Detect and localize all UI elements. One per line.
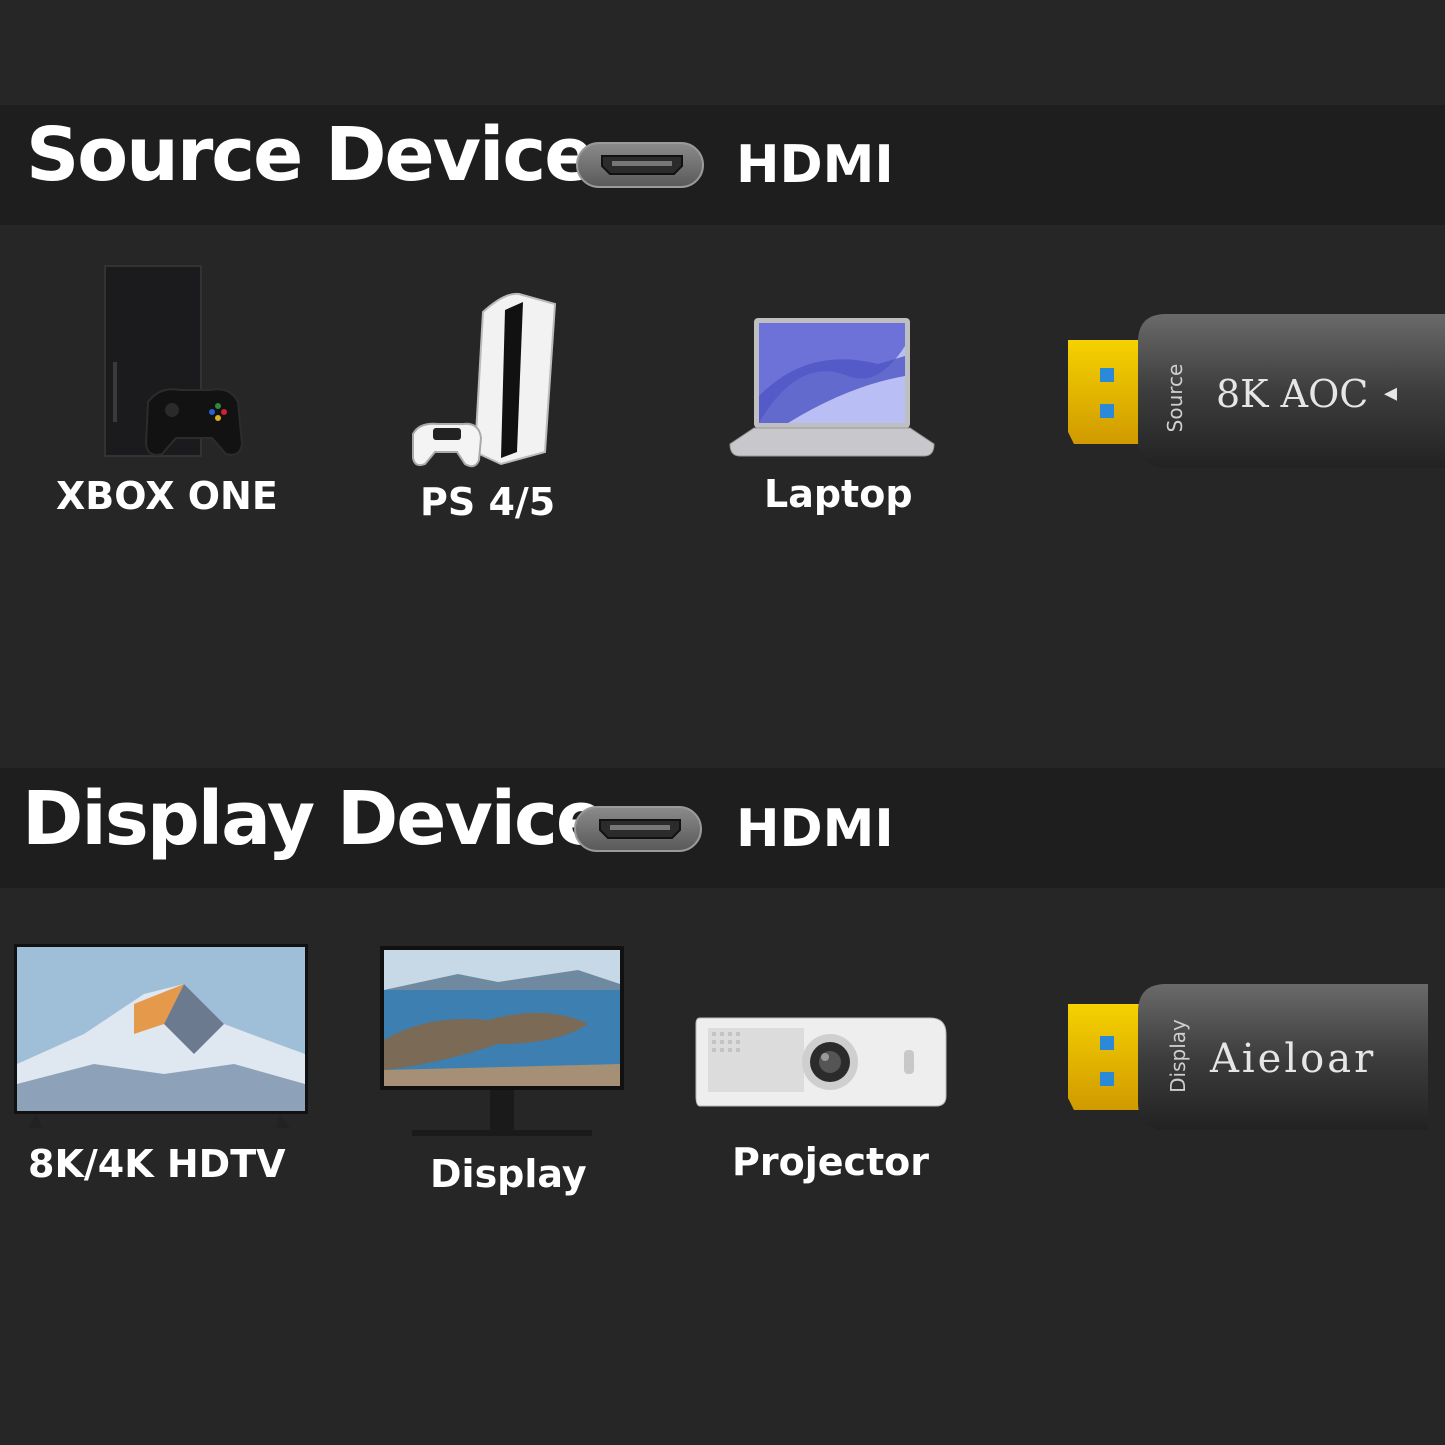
source-section-title: Source Device — [26, 112, 594, 198]
device-label-laptop: Laptop — [764, 472, 913, 516]
hdmi-port-icon — [576, 142, 704, 188]
hdmi-port-icon — [574, 806, 702, 852]
display-hdmi-plug-icon: Display Aieloar — [1066, 980, 1445, 1140]
tv-icon — [14, 944, 310, 1134]
laptop-icon — [728, 316, 936, 464]
source-plug-side-label: Source — [1163, 363, 1187, 433]
device-label-projector: Projector — [732, 1140, 930, 1184]
source-hdmi-plug-icon: Source 8K AOC ◂ — [1066, 312, 1445, 476]
xbox-console-icon — [100, 262, 245, 466]
device-label-display: Display — [430, 1152, 587, 1196]
source-plug-main-label: 8K AOC — [1216, 372, 1369, 416]
monitor-icon — [378, 944, 626, 1144]
display-plug-brand-label: Aieloar — [1210, 1036, 1377, 1082]
source-plug-arrow: ◂ — [1384, 378, 1398, 408]
device-label-tv: 8K/4K HDTV — [28, 1142, 286, 1186]
device-label-xbox: XBOX ONE — [56, 474, 278, 518]
display-plug-side-label: Display — [1166, 1019, 1190, 1093]
projector-icon — [694, 1014, 950, 1112]
display-section-title: Display Device — [22, 776, 606, 862]
source-hdmi-label: HDMI — [736, 135, 894, 195]
playstation-console-icon — [405, 292, 565, 478]
device-label-ps: PS 4/5 — [420, 480, 556, 524]
display-hdmi-label: HDMI — [736, 799, 894, 859]
